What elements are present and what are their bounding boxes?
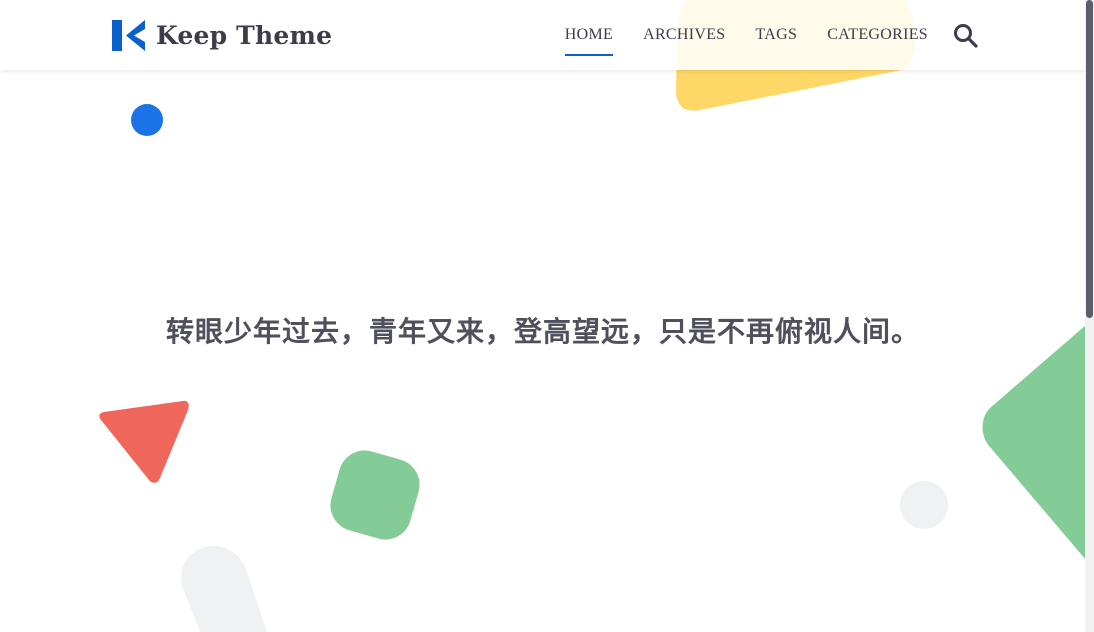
scrollbar-thumb[interactable] bbox=[1086, 0, 1093, 318]
main-nav: HOME ARCHIVES TAGS CATEGORIES bbox=[564, 0, 928, 70]
page-scrollbar[interactable] bbox=[1085, 0, 1094, 632]
nav-tags[interactable]: TAGS bbox=[756, 24, 798, 46]
site-title: Keep Theme bbox=[156, 21, 333, 50]
gray-dot bbox=[900, 481, 948, 529]
search-icon[interactable] bbox=[953, 23, 978, 48]
nav-archives[interactable]: ARCHIVES bbox=[643, 24, 725, 46]
green-kite bbox=[982, 325, 1086, 560]
blue-dot bbox=[131, 104, 163, 136]
site-logo[interactable]: Keep Theme bbox=[112, 20, 332, 51]
nav-home[interactable]: HOME bbox=[564, 24, 614, 56]
gray-pill bbox=[181, 546, 267, 632]
site-header: Keep Theme HOME ARCHIVES TAGS CATEGORIES bbox=[0, 0, 1086, 70]
hero-section: 转眼少年过去，青年又来，登高望远，只是不再俯视人间。 bbox=[0, 310, 1086, 350]
green-blob bbox=[330, 450, 420, 540]
hero-quote: 转眼少年过去，青年又来，登高望远，只是不再俯视人间。 bbox=[165, 315, 920, 348]
nav-categories[interactable]: CATEGORIES bbox=[827, 24, 928, 46]
red-triangle bbox=[99, 400, 189, 483]
logo-k-icon bbox=[112, 20, 145, 51]
